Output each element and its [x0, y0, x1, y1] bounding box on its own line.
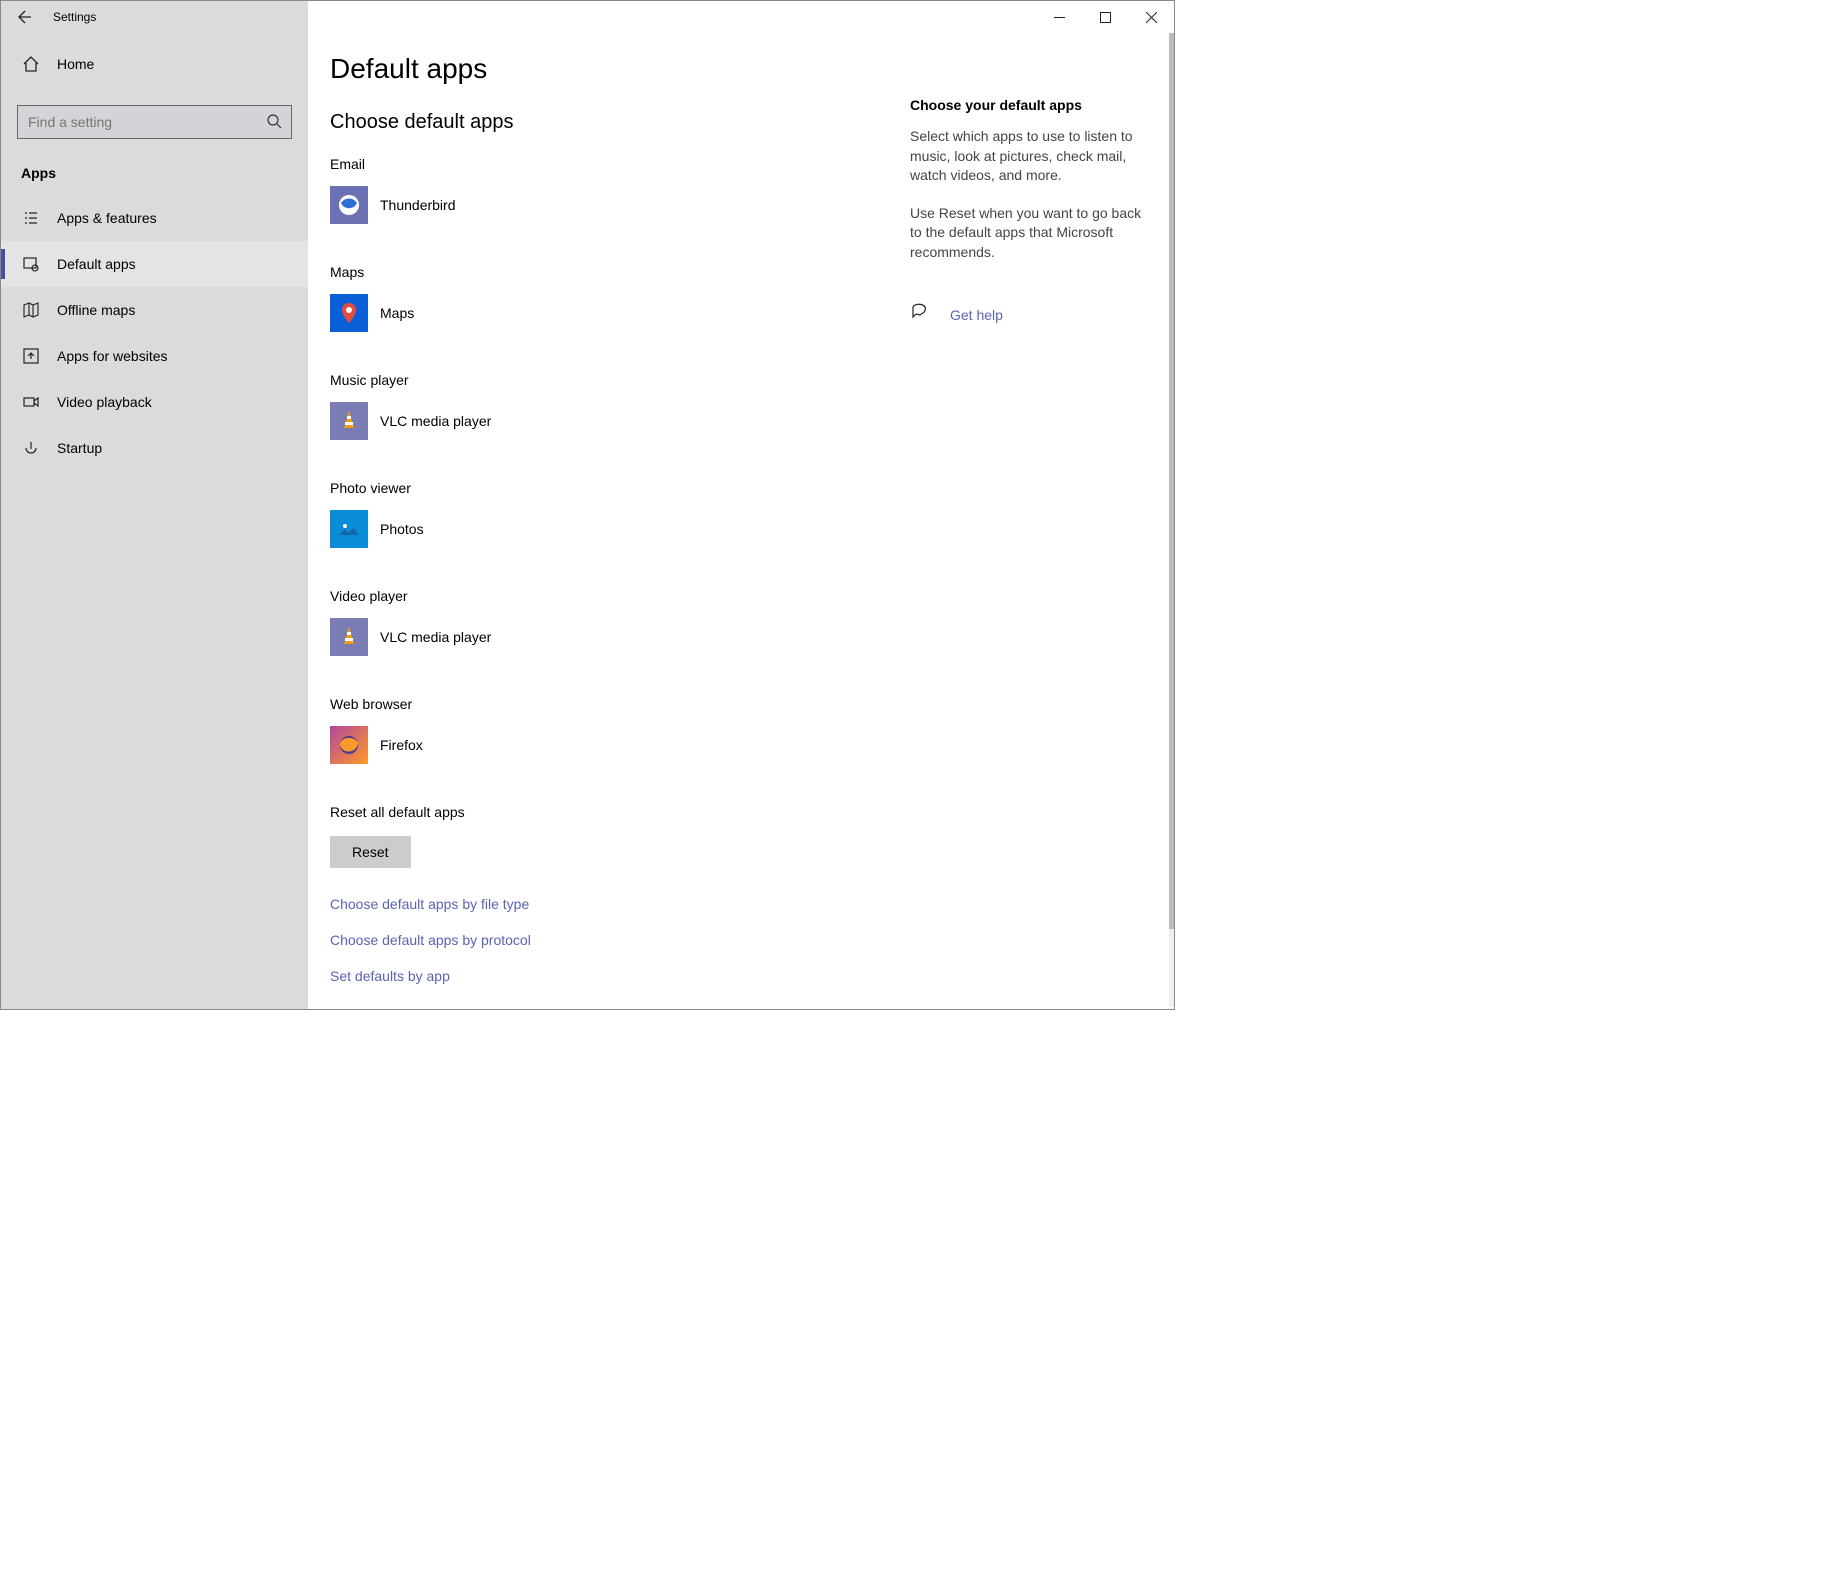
map-icon: [21, 301, 41, 319]
video-icon: [21, 393, 41, 411]
startup-icon: [21, 439, 41, 457]
nav-apps-features[interactable]: Apps & features: [1, 195, 308, 241]
default-app-web browser[interactable]: Firefox: [330, 726, 650, 764]
link-by-app[interactable]: Set defaults by app: [330, 968, 900, 984]
app-icon: [330, 726, 368, 764]
default-app-email[interactable]: Thunderbird: [330, 186, 650, 224]
reset-label: Reset all default apps: [330, 804, 900, 820]
maximize-button[interactable]: [1082, 1, 1128, 33]
info-text-1: Select which apps to use to listen to mu…: [910, 127, 1150, 186]
default-app-video player[interactable]: VLC media player: [330, 618, 650, 656]
scroll-thumb[interactable]: [1169, 33, 1174, 929]
app-name: Maps: [380, 305, 414, 321]
app-icon: [330, 402, 368, 440]
open-icon: [21, 347, 41, 365]
category-label: Maps: [330, 264, 900, 280]
app-icon: [330, 618, 368, 656]
window-title: Settings: [49, 10, 96, 24]
app-icon: [330, 186, 368, 224]
minimize-icon: [1054, 12, 1065, 23]
reset-button[interactable]: Reset: [330, 836, 411, 868]
home-label: Home: [57, 56, 94, 72]
nav-label: Startup: [57, 440, 102, 456]
category-label: Photo viewer: [330, 480, 900, 496]
app-name: VLC media player: [380, 413, 491, 429]
back-arrow-icon: [17, 9, 33, 25]
nav-offline-maps[interactable]: Offline maps: [1, 287, 308, 333]
maximize-icon: [1100, 12, 1111, 23]
close-button[interactable]: [1128, 1, 1174, 33]
category-label: Music player: [330, 372, 900, 388]
nav-label: Video playback: [57, 394, 152, 410]
home-button[interactable]: Home: [1, 41, 308, 87]
sidebar-section-label: Apps: [1, 157, 308, 195]
help-icon: [910, 303, 930, 328]
category-label: Web browser: [330, 696, 900, 712]
get-help-link[interactable]: Get help: [910, 303, 1150, 328]
link-by-protocol[interactable]: Choose default apps by protocol: [330, 932, 900, 948]
search-icon: [266, 113, 282, 132]
back-button[interactable]: [1, 1, 49, 33]
close-icon: [1146, 12, 1157, 23]
content-area: Default apps Choose default apps Email Th…: [308, 33, 1174, 1009]
info-text-2: Use Reset when you want to go back to th…: [910, 204, 1150, 263]
default-app-music player[interactable]: VLC media player: [330, 402, 650, 440]
app-name: Photos: [380, 521, 424, 537]
link-by-filetype[interactable]: Choose default apps by file type: [330, 896, 900, 912]
minimize-button[interactable]: [1036, 1, 1082, 33]
app-name: Thunderbird: [380, 197, 456, 213]
default-app-maps[interactable]: Maps: [330, 294, 650, 332]
nav-video-playback[interactable]: Video playback: [1, 379, 308, 425]
home-icon: [21, 55, 41, 73]
sidebar: Home Apps Apps & features Default apps O…: [1, 33, 308, 1009]
section-heading: Choose default apps: [330, 111, 900, 134]
app-icon: [330, 294, 368, 332]
nav-startup[interactable]: Startup: [1, 425, 308, 471]
category-label: Video player: [330, 588, 900, 604]
scrollbar[interactable]: [1169, 33, 1174, 1007]
nav-apps-websites[interactable]: Apps for websites: [1, 333, 308, 379]
nav-label: Apps for websites: [57, 348, 168, 364]
info-heading: Choose your default apps: [910, 97, 1150, 113]
nav-label: Offline maps: [57, 302, 135, 318]
search-wrap: [17, 105, 292, 139]
nav-label: Apps & features: [57, 210, 157, 226]
app-name: VLC media player: [380, 629, 491, 645]
default-app-photo viewer[interactable]: Photos: [330, 510, 650, 548]
help-label: Get help: [950, 307, 1003, 323]
search-input[interactable]: [17, 105, 292, 139]
default-apps-icon: [21, 255, 41, 273]
page-title: Default apps: [330, 53, 900, 85]
titlebar: Settings: [1, 1, 1174, 33]
nav-default-apps[interactable]: Default apps: [1, 241, 308, 287]
list-icon: [21, 209, 41, 227]
nav-label: Default apps: [57, 256, 136, 272]
app-name: Firefox: [380, 737, 423, 753]
app-icon: [330, 510, 368, 548]
category-label: Email: [330, 156, 900, 172]
